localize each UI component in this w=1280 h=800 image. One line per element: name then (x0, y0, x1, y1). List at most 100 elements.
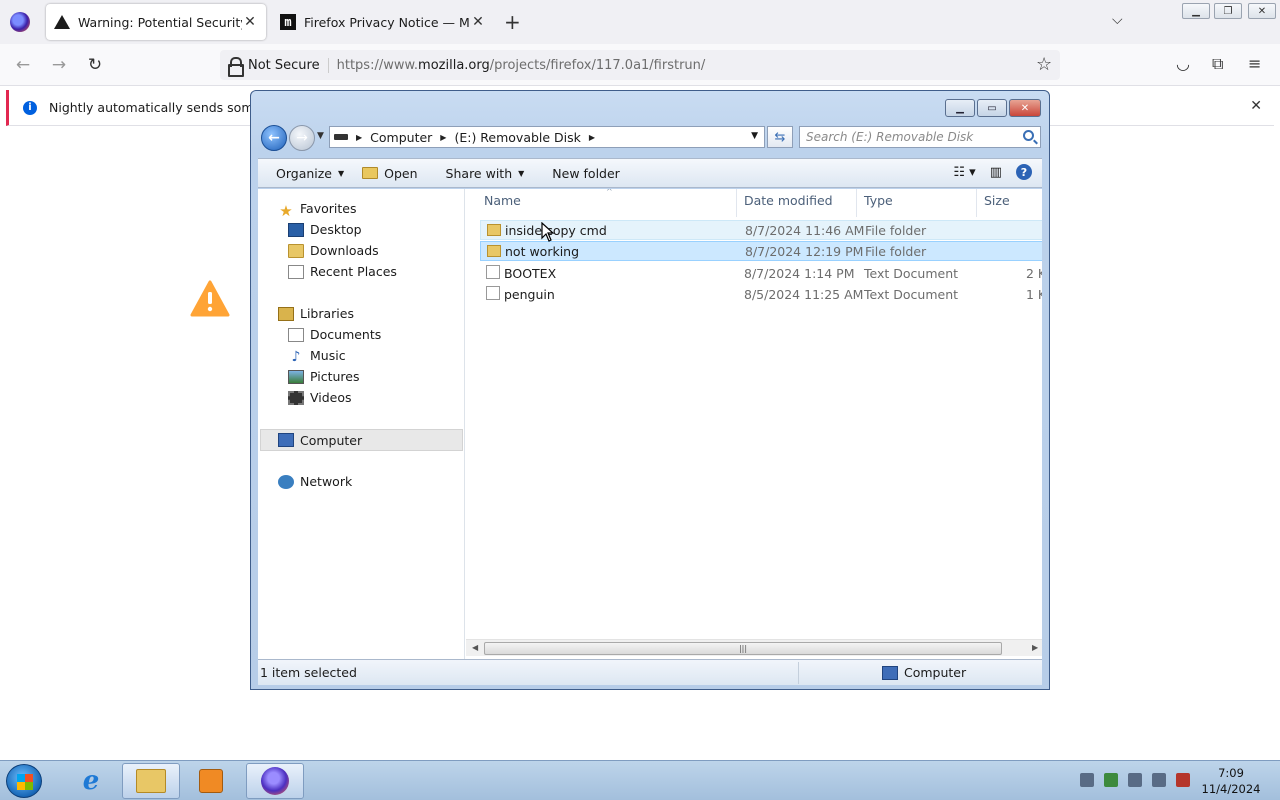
tab-close-icon[interactable]: ✕ (470, 14, 486, 30)
list-all-tabs-chevron-icon[interactable]: ⌵ (1112, 12, 1123, 28)
recent-pages-dropdown-icon[interactable]: ▼ (317, 131, 324, 141)
column-header-type[interactable]: Type (864, 193, 893, 208)
nav-label: Favorites (300, 201, 357, 216)
nav-computer[interactable]: Computer (260, 429, 463, 451)
new-folder-button[interactable]: New folder (552, 166, 620, 181)
nav-desktop[interactable]: Desktop (288, 222, 362, 237)
url-text[interactable]: https://www.mozilla.org/projects/firefox… (337, 58, 706, 73)
open-button[interactable]: Open (362, 166, 418, 181)
mozilla-m-icon: m (280, 14, 296, 30)
clock-time: 7:09 (1218, 766, 1244, 780)
nav-network[interactable]: Network (278, 474, 352, 489)
nav-label: Network (300, 474, 353, 489)
breadcrumb-arrow-icon[interactable]: ▶ (589, 133, 595, 142)
extensions-icon[interactable]: ⧉ (1212, 54, 1223, 74)
maximize-button[interactable]: ▭ (977, 99, 1007, 117)
preview-pane-icon[interactable]: ▥ (990, 165, 1002, 180)
close-button[interactable]: ✕ (1009, 99, 1041, 117)
back-arrow-icon[interactable]: ← (12, 54, 34, 76)
breadcrumb-computer[interactable]: Computer (370, 130, 432, 145)
url-prefix: https://www. (336, 57, 419, 73)
file-size: 2 K (1026, 265, 1042, 281)
desktop-icon (288, 222, 304, 237)
taskbar-media-player[interactable] (182, 763, 240, 799)
organize-button[interactable]: Organize ▼ (276, 166, 344, 181)
dropdown-arrow-icon: ▼ (338, 168, 345, 178)
nav-recent-places[interactable]: Recent Places (288, 264, 397, 279)
refresh-button[interactable]: ⇆ (767, 126, 793, 148)
new-tab-plus-icon[interactable]: + (504, 10, 521, 34)
network-status-icon[interactable] (1152, 773, 1166, 787)
address-bar[interactable]: ▶ Computer ▶ (E:) Removable Disk ▶ ▼ (329, 126, 765, 148)
file-row[interactable]: BOOTEX 8/7/2024 1:14 PM Text Document 2 … (480, 263, 1042, 283)
nav-music[interactable]: ♪ Music (288, 348, 346, 365)
column-header-date[interactable]: Date modified (744, 193, 833, 208)
breadcrumb-arrow-icon[interactable]: ▶ (356, 133, 362, 142)
lock-icon[interactable] (228, 57, 244, 77)
film-strip-icon (288, 390, 304, 405)
scrollbar-thumb[interactable]: ||| (484, 642, 1002, 655)
not-secure-label[interactable]: Not Secure (248, 57, 329, 73)
change-view-icon[interactable]: ☷ ▾ (953, 165, 975, 180)
column-divider[interactable] (736, 189, 737, 217)
search-input[interactable]: Search (E:) Removable Disk (799, 126, 1041, 148)
horizontal-scrollbar[interactable]: ◀ ||| ▶ (466, 639, 1042, 656)
scroll-left-arrow-icon[interactable]: ◀ (472, 643, 478, 652)
close-icon[interactable]: ✕ (1250, 98, 1262, 114)
address-dropdown-icon[interactable]: ▼ (751, 131, 758, 141)
nav-libraries[interactable]: Libraries (278, 306, 354, 321)
pocket-icon[interactable]: ◡ (1176, 54, 1190, 73)
url-bar[interactable]: Not Secure https://www.mozilla.org/proje… (220, 50, 1060, 80)
nav-label: Downloads (310, 243, 379, 258)
warning-icon (190, 280, 230, 317)
column-divider[interactable] (856, 189, 857, 217)
tab-privacy-notice[interactable]: m Firefox Privacy Notice — Mozilla ✕ (272, 4, 494, 40)
menu-hamburger-icon[interactable]: ≡ (1248, 54, 1261, 73)
back-button[interactable]: ← (261, 125, 287, 151)
text-file-icon (486, 265, 500, 279)
taskbar-firefox[interactable] (246, 763, 304, 799)
minimize-button[interactable]: ▁ (945, 99, 975, 117)
nav-downloads[interactable]: Downloads (288, 243, 379, 258)
tray-document-icon[interactable] (1080, 773, 1094, 787)
file-explorer-window: ▁ ▭ ✕ ← → ▼ ▶ Computer ▶ (E:) Removable … (250, 90, 1050, 690)
drive-icon (334, 134, 348, 140)
column-header-name[interactable]: Name (484, 193, 521, 208)
nav-documents[interactable]: Documents (288, 327, 381, 342)
bookmark-star-icon[interactable]: ☆ (1036, 54, 1052, 75)
column-header-size[interactable]: Size (984, 193, 1010, 208)
nav-videos[interactable]: Videos (288, 390, 352, 405)
restore-button[interactable]: ❐ (1214, 3, 1242, 19)
file-type: Text Document (864, 265, 959, 281)
scroll-right-arrow-icon[interactable]: ▶ (1032, 643, 1038, 652)
reload-icon[interactable]: ↻ (84, 54, 106, 76)
search-icon[interactable] (1023, 130, 1034, 141)
clock-date: 11/4/2024 (1201, 782, 1261, 796)
folder-icon (487, 224, 501, 236)
tray-security-icon[interactable] (1104, 773, 1118, 787)
breadcrumb-removable-disk[interactable]: (E:) Removable Disk (454, 130, 580, 145)
volume-muted-icon[interactable] (1176, 773, 1190, 787)
file-row[interactable]: penguin 8/5/2024 11:25 AM Text Document … (480, 284, 1042, 304)
taskbar-internet-explorer[interactable]: e (62, 763, 120, 799)
close-window-button[interactable]: ✕ (1248, 3, 1276, 19)
nav-pictures[interactable]: Pictures (288, 369, 360, 384)
tab-close-icon[interactable]: ✕ (242, 14, 258, 30)
start-button[interactable] (6, 764, 42, 798)
action-center-flag-icon[interactable] (1128, 773, 1142, 787)
column-divider[interactable] (976, 189, 977, 217)
firefox-logo-icon[interactable] (10, 12, 30, 32)
tab-security-warning[interactable]: Warning: Potential Security Risk ✕ (46, 4, 266, 40)
file-row[interactable]: not working 8/7/2024 12:19 PM File folde… (480, 241, 1042, 261)
file-row[interactable]: inside copy cmd 8/7/2024 11:46 AM File f… (480, 220, 1042, 240)
forward-button[interactable]: → (289, 125, 315, 151)
breadcrumb-arrow-icon[interactable]: ▶ (440, 133, 446, 142)
taskbar-windows-explorer[interactable] (122, 763, 180, 799)
warning-icon (54, 15, 70, 29)
help-icon[interactable]: ? (1016, 164, 1032, 180)
system-clock[interactable]: 7:09 11/4/2024 (1200, 765, 1262, 797)
minimize-button[interactable]: ▁ (1182, 3, 1210, 19)
share-with-button[interactable]: Share with ▼ (446, 166, 525, 181)
nav-favorites[interactable]: ★ Favorites (278, 201, 357, 220)
forward-arrow-icon[interactable]: → (48, 54, 70, 76)
